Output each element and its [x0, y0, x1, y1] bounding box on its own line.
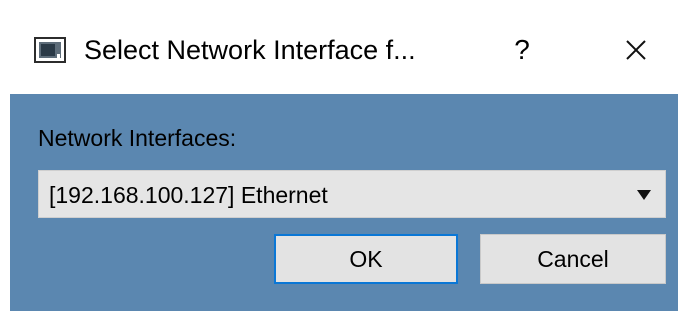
network-interfaces-label: Network Interfaces: [38, 125, 237, 151]
network-interface-dropdown[interactable]: [192.168.100.127] Ethernet [38, 170, 666, 218]
window-title: Select Network Interface f... [84, 35, 416, 65]
network-interface-dialog: Select Network Interface f... ? Network … [10, 10, 678, 311]
selected-interface-value: [192.168.100.127] Ethernet [49, 182, 328, 208]
close-icon [626, 40, 646, 60]
title-bar[interactable]: Select Network Interface f... ? [10, 10, 678, 94]
dropdown-arrow-icon [637, 190, 651, 200]
close-button[interactable] [606, 24, 666, 76]
help-button[interactable]: ? [492, 24, 552, 76]
app-window-icon [34, 37, 66, 63]
ok-button[interactable]: OK [274, 234, 458, 284]
cancel-button[interactable]: Cancel [480, 234, 666, 284]
